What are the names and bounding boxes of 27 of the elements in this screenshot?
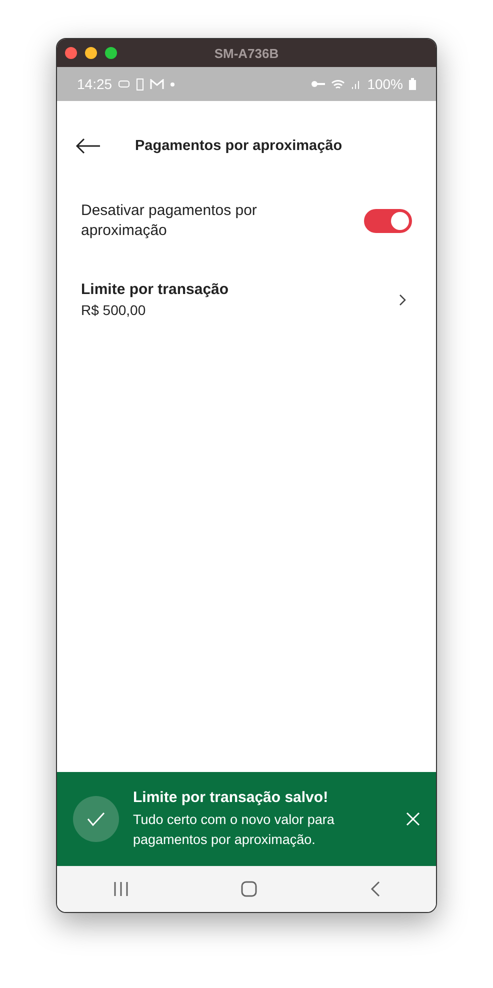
check-icon	[73, 796, 119, 842]
close-button[interactable]	[406, 812, 420, 826]
wifi-icon	[331, 78, 346, 90]
clock: 14:25	[77, 76, 112, 92]
minimize-button[interactable]	[85, 47, 97, 59]
battery-percentage: 100%	[367, 76, 403, 92]
page-title: Pagamentos por aproximação	[135, 138, 342, 154]
recent-apps-button[interactable]	[113, 881, 130, 897]
toggle-switch[interactable]	[364, 209, 412, 233]
battery-icon	[409, 78, 416, 90]
setting-label: Desativar pagamentos por aproximação	[81, 201, 258, 241]
toast-message: Tudo certo com o novo valor para pagamentos por aproximação.	[133, 810, 336, 849]
key-icon	[311, 80, 326, 88]
back-nav-button[interactable]	[370, 881, 380, 897]
setting-title[interactable]: Limite por transação	[81, 281, 229, 298]
phone-icon	[136, 78, 144, 90]
toast-title: Limite por transação salvo!	[133, 788, 330, 806]
signal-icon	[351, 78, 362, 90]
back-button[interactable]	[75, 138, 101, 154]
chevron-right-icon	[399, 294, 406, 306]
mail-icon	[150, 78, 164, 90]
home-button[interactable]	[241, 881, 258, 897]
dot-icon	[170, 82, 176, 86]
close-button[interactable]	[65, 47, 77, 59]
window-title: SM-A736B	[214, 46, 280, 60]
setting-value: R$ 500,00	[81, 302, 147, 318]
maximize-button[interactable]	[105, 47, 117, 59]
